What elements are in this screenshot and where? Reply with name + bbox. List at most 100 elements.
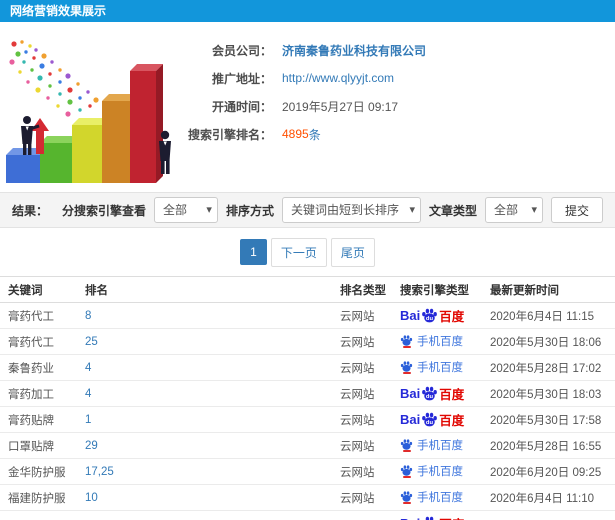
promo-url-link[interactable]: http://www.qlyyjt.com: [282, 71, 394, 85]
pagination-page-1[interactable]: 1: [240, 239, 267, 265]
mobile-baidu-icon: [400, 490, 413, 505]
engine-type-cell: 手机百度: [392, 354, 482, 381]
member-info: 会员公司： 济南秦鲁药业科技有限公司 推广地址： http://www.qlyy…: [162, 22, 426, 192]
table-row: 秦鲁药业 4 云网站 手机百度 2020年5月28日 17:02: [0, 354, 615, 381]
promo-url-label: 推广地址：: [211, 71, 272, 86]
baidu-logo: Baidu百度: [400, 410, 464, 429]
member-company-row: 会员公司： 济南秦鲁药业科技有限公司: [162, 36, 426, 64]
result-label: 结果：: [12, 203, 49, 218]
open-time-value: 2019年5月27日 09:17: [282, 99, 399, 114]
engine-rank-suffix: 条: [308, 127, 321, 142]
submit-button[interactable]: 提交: [550, 197, 603, 223]
growth-chart-graphic: [6, 40, 171, 183]
engine-rank-row: 搜索引擎排名： 4895 条: [162, 120, 426, 148]
baidu-logo: Baidu百度: [400, 384, 464, 403]
col-header-engine-type: 搜索引擎类型: [392, 276, 482, 303]
promo-url-row: 推广地址： http://www.qlyyjt.com: [162, 64, 426, 92]
keyword-cell: 膏药代工: [0, 302, 77, 329]
col-header-keyword: 关键词: [0, 276, 77, 303]
mobile-baidu-label: 手机百度: [417, 491, 463, 504]
updated-cell: 2020年5月30日 18:06: [482, 328, 615, 355]
updated-cell: 2020年5月30日 18:03: [482, 380, 615, 407]
page-title: 网络营销效果展示: [10, 4, 107, 18]
col-header-rank: 排名: [77, 276, 332, 303]
mobile-baidu-label: 手机百度: [417, 439, 463, 452]
keyword-cell: 金华防护服: [0, 458, 77, 485]
mobile-baidu-label: 手机百度: [417, 361, 463, 374]
sort-select[interactable]: 关键词由短到长排序: [281, 197, 421, 223]
engine-type-cell: Baidu 百度: [392, 380, 482, 407]
baidu-logo: Baidu百度: [400, 514, 464, 520]
baidu-paw-icon: du: [422, 386, 438, 401]
mobile-baidu-icon: [400, 360, 413, 375]
open-time-label: 开通时间：: [211, 99, 272, 114]
mobile-baidu-icon: [400, 464, 413, 479]
table-row: 膏药代工 25 云网站 手机百度 2020年5月30日 18:06: [0, 328, 615, 355]
rank-type-cell: 云网站: [332, 354, 392, 381]
table-row: 福建防护服 10 云网站 手机百度 2020年6月4日 11:10: [0, 484, 615, 511]
rank-link[interactable]: 4: [85, 388, 91, 400]
updated-cell: 2020年6月20日 09:25: [482, 458, 615, 485]
mobile-baidu-logo: 手机百度: [400, 437, 463, 453]
mobile-baidu-logo: 手机百度: [400, 333, 463, 349]
rank-type-cell: 云网站: [332, 380, 392, 407]
pagination-last[interactable]: 尾页: [330, 237, 375, 267]
member-company-link[interactable]: 济南秦鲁药业科技有限公司: [282, 42, 426, 59]
header-section: 会员公司： 济南秦鲁药业科技有限公司 推广地址： http://www.qlyy…: [0, 22, 615, 192]
mobile-baidu-logo: 手机百度: [400, 359, 463, 375]
rank-link[interactable]: 25: [85, 336, 98, 348]
updated-cell: 2020年6月4日 11:15: [482, 302, 615, 329]
mobile-baidu-label: 手机百度: [417, 465, 463, 478]
baidu-logo-text: Bai: [400, 516, 420, 520]
rank-link[interactable]: 4: [85, 362, 91, 374]
mobile-baidu-icon: [400, 438, 413, 453]
article-type-label: 文章类型: [428, 203, 477, 218]
keyword-cell: 膏药加工: [0, 380, 77, 407]
baidu-paw-icon: du: [425, 516, 434, 520]
keyword-rank-table: 关键词 排名 排名类型 搜索引擎类型 最新更新时间 膏药代工 8 云网站 Bai du 百…: [0, 276, 615, 520]
engine-view-label: 分搜索引擎查看: [61, 203, 146, 218]
rank-type-cell: 云网站: [332, 432, 392, 459]
updated-cell: 2020年6月4日 11:10: [482, 484, 615, 511]
baidu-paw-icon: du: [422, 412, 438, 427]
engine-type-cell: 手机百度: [392, 432, 482, 459]
article-type-select[interactable]: 全部: [484, 197, 543, 223]
rank-cell: 25: [77, 328, 332, 355]
mobile-baidu-label: 手机百度: [417, 335, 463, 348]
updated-cell: 2020年5月28日 16:55: [482, 432, 615, 459]
rank-link[interactable]: 17,25: [85, 466, 114, 478]
baidu-logo-cn: 百度: [439, 310, 465, 324]
engine-type-cell: Baidu 百度: [392, 302, 482, 329]
updated-cell: 2020年5月28日 17:02: [482, 354, 615, 381]
keyword-cell: 口罩贴牌: [0, 432, 77, 459]
engine-type-cell: Baidu 百度: [392, 406, 482, 433]
updated-cell: 2020年5月30日 17:58: [482, 406, 615, 433]
rank-cell: 4: [77, 380, 332, 407]
rank-link[interactable]: 8: [85, 310, 91, 322]
svg-text:du: du: [426, 394, 434, 400]
engine-rank-count: 4895: [282, 127, 309, 141]
baidu-logo-cn: 百度: [439, 388, 465, 402]
svg-text:du: du: [426, 316, 434, 322]
keyword-cell: 膏药贴牌: [0, 406, 77, 433]
baidu-logo: Baidu百度: [400, 306, 464, 325]
engine-type-cell: 手机百度: [392, 484, 482, 511]
rank-link[interactable]: 10: [85, 492, 98, 504]
table-row: 膏药贴牌 1 云网站 Bai du 百度 2020年5月30日 17:58: [0, 406, 615, 433]
keyword-cell: [0, 510, 77, 520]
keyword-cell: 秦鲁药业: [0, 354, 77, 381]
svg-text:du: du: [426, 420, 434, 426]
engine-filter-select[interactable]: 全部: [153, 197, 218, 223]
table-row: 金华防护服 17,25 云网站 手机百度 2020年6月20日 09:25: [0, 458, 615, 485]
rank-link[interactable]: 1: [85, 414, 91, 426]
table-row: 膏药加工 4 云网站 Bai du 百度 2020年5月30日 18:03: [0, 380, 615, 407]
rank-link[interactable]: 29: [85, 440, 98, 452]
engine-type-cell: 手机百度: [392, 328, 482, 355]
pagination-next[interactable]: 下一页: [270, 237, 327, 267]
keyword-cell: 福建防护服: [0, 484, 77, 511]
sort-select-wrap: 关键词由短到长排序: [281, 197, 421, 223]
filter-bar: 结果： 分搜索引擎查看 全部 排序方式 关键词由短到长排序 文章类型 全部 提交: [0, 192, 615, 228]
mobile-baidu-icon: [400, 334, 413, 349]
rank-type-cell: 云网站: [332, 458, 392, 485]
engine-filter-select-wrap: 全部: [153, 197, 218, 223]
